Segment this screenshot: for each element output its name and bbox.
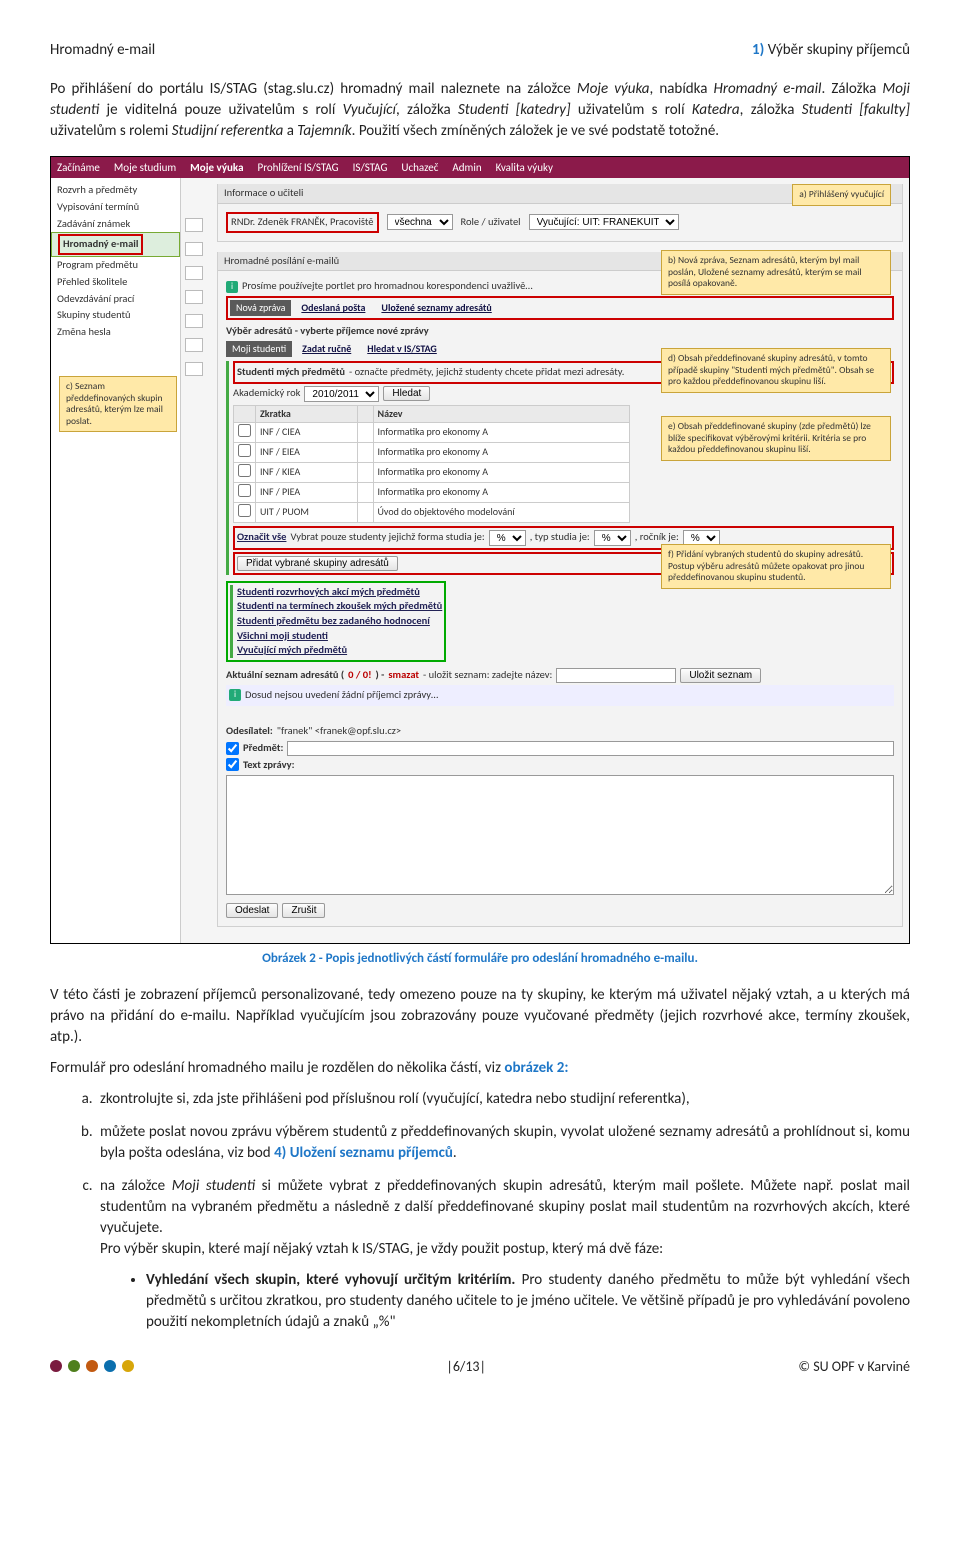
- table-row: INF / PIEAInformatika pro ekonomy A: [234, 482, 630, 502]
- predef-group-link[interactable]: Studenti na termínech zkoušek mých předm…: [237, 599, 442, 612]
- page-footer: |6/13| © SU OPF v Karviné: [50, 1357, 910, 1377]
- row-checkbox[interactable]: [238, 504, 251, 517]
- nav-item[interactable]: Kvalita výuky: [496, 160, 553, 175]
- brand-dots: [50, 1360, 134, 1372]
- tab-sent[interactable]: Odeslaná pošta: [295, 300, 371, 316]
- send-button[interactable]: Odeslat: [226, 903, 278, 918]
- list-item-c: na záložce Moji studenti si můžete vybra…: [96, 1176, 910, 1333]
- subjects-table: ZkratkaNázev INF / CIEAInformatika pro e…: [233, 405, 630, 523]
- predef-group-link[interactable]: Všichni moji studenti: [237, 629, 328, 642]
- body-checkbox[interactable]: [226, 758, 239, 771]
- cancel-button[interactable]: Zrušit: [282, 903, 325, 918]
- bullet-search: Vyhledání všech skupin, které vyhovují u…: [146, 1270, 910, 1333]
- sidebar-item[interactable]: Skupiny studentů: [51, 307, 180, 324]
- row-checkbox[interactable]: [238, 484, 251, 497]
- sidebar-item[interactable]: Program předmětu: [51, 257, 180, 274]
- nav-item[interactable]: Moje výuka: [190, 160, 243, 175]
- body-p2: V této části je zobrazení příjemců perso…: [50, 985, 910, 1048]
- predef-group-link[interactable]: Studenti rozvrhových akcí mých předmětů: [237, 585, 420, 598]
- nav-item[interactable]: Moje studium: [114, 160, 176, 175]
- row-checkbox[interactable]: [238, 464, 251, 477]
- annotation-f: f) Přidání vybraných studentů do skupiny…: [661, 544, 891, 588]
- row-checkbox[interactable]: [238, 424, 251, 437]
- study-type-select[interactable]: %: [594, 530, 631, 546]
- sidebar-item[interactable]: Rozvrh a předměty: [51, 182, 180, 199]
- year-num-select[interactable]: %: [683, 530, 720, 546]
- list-item-b: můžete poslat novou zprávu výběrem stude…: [96, 1122, 910, 1164]
- table-row: INF / EIEAInformatika pro ekonomy A: [234, 442, 630, 462]
- screenshot-figure: Začínáme Moje studium Moje výuka Prohlížení…: [50, 156, 910, 944]
- sidebar: Rozvrh a předmětyVypisování termínůZadáv…: [51, 178, 181, 943]
- annotation-c: c) Seznam předdefinovaných skupin adresá…: [59, 376, 177, 432]
- tab-new-message[interactable]: Nová zpráva: [230, 300, 291, 316]
- nav-item[interactable]: Prohlížení IS/STAG: [258, 160, 339, 175]
- page-number: |6/13|: [446, 1357, 486, 1377]
- annotation-a: a) Přihlášený vyučující: [792, 184, 891, 205]
- year-select[interactable]: 2010/2011: [304, 386, 379, 402]
- top-nav: Začínáme Moje studium Moje výuka Prohlížení…: [51, 157, 909, 178]
- sidebar-item[interactable]: Změna hesla: [51, 324, 180, 341]
- sidebar-item[interactable]: Přehled školitele: [51, 274, 180, 291]
- nav-item[interactable]: Uchazeč: [401, 160, 438, 175]
- header-right: 1) Výběr skupiny příjemců: [752, 40, 910, 61]
- table-row: UIT / PUOMÚvod do objektového modelování: [234, 502, 630, 522]
- nav-item[interactable]: Začínáme: [57, 160, 100, 175]
- study-form-select[interactable]: %: [489, 530, 526, 546]
- add-groups-button[interactable]: Přidat vybrané skupiny adresátů: [237, 556, 398, 571]
- intro-paragraph: Po přihlášení do portálu IS/STAG (stag.s…: [50, 79, 910, 142]
- tab-search[interactable]: Hledat v IS/STAG: [361, 341, 443, 357]
- table-row: INF / CIEAInformatika pro ekonomy A: [234, 422, 630, 442]
- nav-item[interactable]: Admin: [452, 160, 481, 175]
- save-list-button[interactable]: Uložit seznam: [680, 668, 761, 683]
- role-select[interactable]: Vyučující: UIT: FRANEKUIT: [529, 214, 679, 230]
- predef-group-link[interactable]: Studenti předmětu bez zadaného hodnocení: [237, 614, 430, 627]
- tab-my-students[interactable]: Moji studenti: [226, 341, 292, 357]
- steps-list: zkontrolujte si, zda jste přihlášeni pod…: [50, 1089, 910, 1333]
- subject-checkbox[interactable]: [226, 742, 239, 755]
- table-row: INF / KIEAInformatika pro ekonomy A: [234, 462, 630, 482]
- info-icon: i: [226, 281, 238, 293]
- info-icon: i: [229, 689, 241, 701]
- teacher-name: RNDr. Zdeněk FRANĚK, Pracoviště: [226, 212, 379, 233]
- copyright: © SU OPF v Karviné: [798, 1357, 910, 1377]
- body-p3: Formulář pro odeslání hromadného mailu j…: [50, 1058, 910, 1079]
- sidebar-item[interactable]: Vypisování termínů: [51, 199, 180, 216]
- workplace-select[interactable]: všechna: [387, 214, 453, 230]
- find-button[interactable]: Hledat: [383, 386, 430, 401]
- list-item-a: zkontrolujte si, zda jste přihlášeni pod…: [96, 1089, 910, 1110]
- body-textarea[interactable]: [226, 775, 894, 895]
- subject-input[interactable]: [287, 741, 894, 756]
- annotation-b: b) Nová zpráva, Seznam adresátů, kterým …: [661, 250, 891, 294]
- list-name-input[interactable]: [556, 668, 676, 683]
- figure-caption: Obrázek 2 - Popis jednotlivých částí for…: [50, 950, 910, 968]
- sidebar-item[interactable]: Odevzdávání prací: [51, 291, 180, 308]
- main-area: Informace o učiteli RNDr. Zdeněk FRANĚK,…: [181, 178, 909, 943]
- header-left: Hromadný e-mail: [50, 40, 155, 61]
- row-checkbox[interactable]: [238, 444, 251, 457]
- page-header: Hromadný e-mail 1) Výběr skupiny příjemc…: [50, 40, 910, 61]
- sidebar-item[interactable]: Hromadný e-mail: [51, 232, 180, 257]
- predef-group-link[interactable]: Vyučující mých předmětů: [237, 643, 347, 656]
- annotation-e: e) Obsah předdefinované skupiny (zde pře…: [661, 416, 891, 460]
- select-all-link[interactable]: Označit vše: [237, 530, 286, 545]
- clear-list-link[interactable]: smazat: [388, 668, 419, 683]
- tab-saved-lists[interactable]: Uložené seznamy adresátů: [375, 300, 497, 316]
- tab-manual[interactable]: Zadat ručně: [296, 341, 357, 357]
- nav-item[interactable]: IS/STAG: [353, 160, 388, 175]
- sidebar-item[interactable]: Zadávání známek: [51, 216, 180, 233]
- annotation-d: d) Obsah předdefinované skupiny adresátů…: [661, 348, 891, 392]
